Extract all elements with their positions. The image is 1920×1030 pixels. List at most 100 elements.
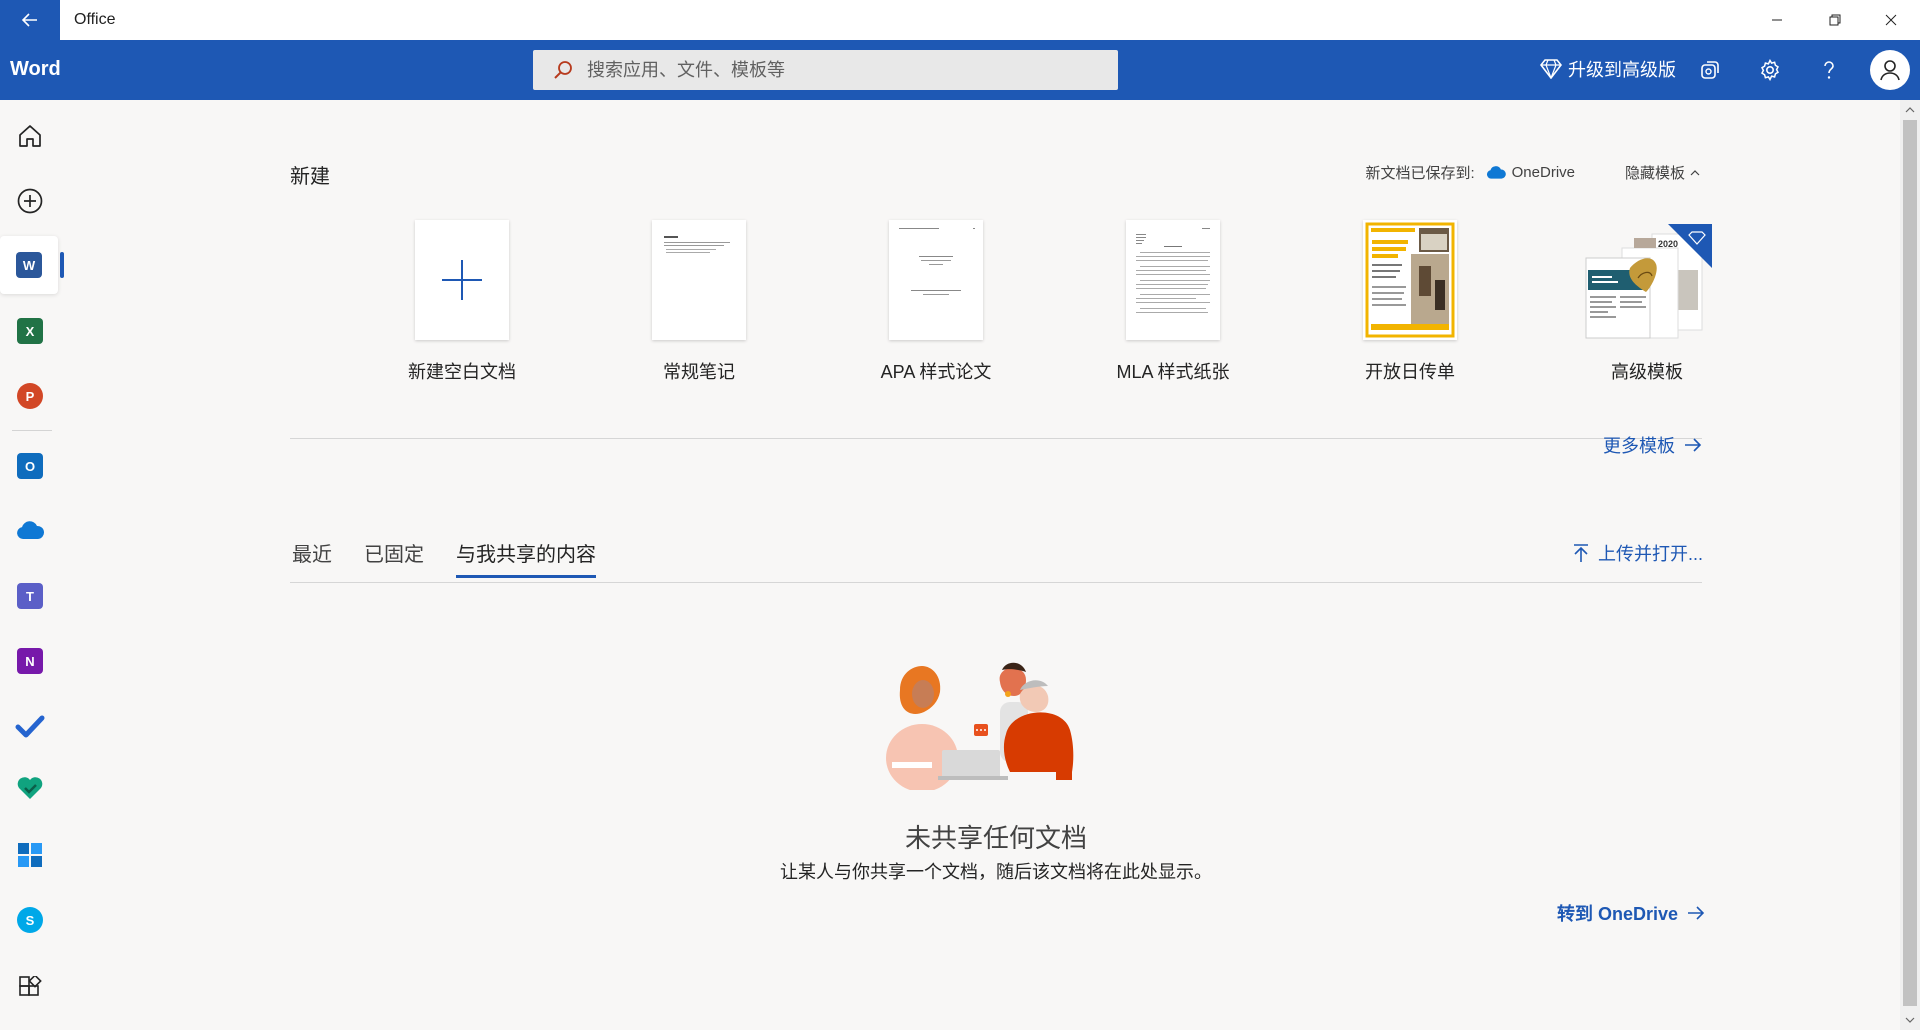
template-mla[interactable]: MLA 样式纸张 xyxy=(1078,220,1268,384)
outlook-tile-letter: O xyxy=(24,458,36,474)
tab-recent[interactable]: 最近 xyxy=(292,538,332,578)
document-preview-icon xyxy=(1136,228,1210,313)
restore-button[interactable] xyxy=(1806,0,1864,40)
search-box[interactable] xyxy=(533,50,1118,90)
feedback-icon xyxy=(1701,61,1719,79)
template-label: APA 样式论文 xyxy=(880,362,992,382)
skype-icon: S xyxy=(17,907,43,933)
feedback-button[interactable] xyxy=(1694,54,1726,86)
onenote-tile-letter: N xyxy=(25,653,35,669)
app-name: Word xyxy=(10,58,61,80)
sidebar-item-onenote[interactable]: N xyxy=(0,632,60,690)
sidebar-item-teams[interactable]: T xyxy=(0,567,60,625)
empty-state-title: 未共享任何文档 xyxy=(904,823,1087,853)
template-label: 开放日传单 xyxy=(1365,362,1455,382)
onenote-icon: N xyxy=(17,648,43,674)
account-icon xyxy=(1880,60,1900,81)
template-thumbnail: 2020 xyxy=(1582,220,1712,340)
template-thumbnail xyxy=(1363,220,1457,340)
tabs-divider xyxy=(290,582,1702,583)
app-header: Word 升级到高级版 xyxy=(0,40,1920,100)
all-apps-icon xyxy=(19,976,42,996)
settings-gear-icon xyxy=(1761,59,1779,81)
arrow-right-icon xyxy=(1688,906,1705,920)
template-blank[interactable]: 新建空白文档 xyxy=(367,220,557,384)
chevron-up-icon xyxy=(1690,169,1700,175)
save-location-info: 新文档已保存到: OneDrive xyxy=(1365,162,1575,183)
close-icon xyxy=(1885,14,1897,26)
sidebar-item-home[interactable] xyxy=(0,107,60,165)
save-location-label: OneDrive xyxy=(1511,164,1575,181)
more-templates-label: 更多模板 xyxy=(1603,436,1675,456)
premium-diamond-icon xyxy=(1540,59,1562,79)
premium-year-badge: 2020 xyxy=(1658,239,1678,249)
sidebar-item-create[interactable] xyxy=(0,172,60,230)
vertical-scrollbar[interactable] xyxy=(1900,100,1920,1030)
sidebar-divider xyxy=(12,430,52,431)
powerpoint-tile-letter: P xyxy=(25,388,35,404)
back-arrow-icon xyxy=(21,13,37,27)
restore-icon xyxy=(1829,14,1841,26)
sidebar-item-all-apps[interactable] xyxy=(0,959,60,1017)
upload-and-open-button[interactable]: 上传并打开... xyxy=(1572,540,1703,566)
sidebar-item-word[interactable]: W xyxy=(0,236,64,294)
template-premium[interactable]: 2020 高级模板 xyxy=(1552,220,1742,384)
flyer-preview-icon xyxy=(1363,220,1457,340)
settings-button[interactable] xyxy=(1754,54,1786,86)
chevron-down-icon xyxy=(1905,1017,1915,1023)
skype-tile-letter: S xyxy=(25,912,35,928)
minimize-button[interactable] xyxy=(1748,0,1806,40)
sharing-people-illustration xyxy=(880,662,1120,790)
search-input[interactable] xyxy=(587,59,1087,81)
family-safety-icon xyxy=(17,777,43,799)
sidebar-item-outlook[interactable]: O xyxy=(0,437,60,495)
template-thumbnail xyxy=(889,220,983,340)
template-label: 常规笔记 xyxy=(663,362,735,382)
template-thumbnail xyxy=(652,220,746,340)
minimize-icon xyxy=(1772,19,1782,21)
save-location-link[interactable]: OneDrive xyxy=(1485,164,1575,181)
account-button[interactable] xyxy=(1870,50,1910,90)
sidebar-item-onedrive[interactable] xyxy=(0,502,60,560)
onedrive-icon xyxy=(17,521,45,539)
upgrade-button[interactable]: 升级到高级版 xyxy=(1540,56,1676,82)
plus-icon xyxy=(442,260,482,300)
word-icon: W xyxy=(16,252,42,278)
template-label: 新建空白文档 xyxy=(408,362,516,382)
premium-template-preview-icon: 2020 xyxy=(1585,224,1712,339)
scroll-down-button[interactable] xyxy=(1900,1010,1920,1030)
template-apa[interactable]: APA 样式论文 xyxy=(841,220,1031,384)
more-templates-link[interactable]: 更多模板 xyxy=(1603,432,1703,458)
sidebar-item-excel[interactable]: X xyxy=(0,302,60,360)
go-to-onedrive-label: 转到 OneDrive xyxy=(1557,904,1679,924)
plus-circle-icon xyxy=(17,188,43,214)
sidebar-item-todo[interactable] xyxy=(0,697,60,755)
sidebar-item-skype[interactable]: S xyxy=(0,891,60,949)
back-button[interactable] xyxy=(0,0,60,40)
powerpoint-icon: P xyxy=(17,383,43,409)
chevron-up-icon xyxy=(1905,107,1915,113)
scroll-up-button[interactable] xyxy=(1900,100,1920,120)
home-icon xyxy=(19,125,41,147)
excel-icon: X xyxy=(17,318,43,344)
go-to-onedrive-link[interactable]: 转到 OneDrive xyxy=(1557,900,1706,926)
todo-check-icon xyxy=(15,715,45,738)
tab-pinned[interactable]: 已固定 xyxy=(364,538,424,578)
app-sidebar: W X P O T N S xyxy=(0,100,64,1030)
sidebar-item-family-safety[interactable] xyxy=(0,759,60,817)
scroll-thumb[interactable] xyxy=(1903,120,1917,1006)
template-flyer[interactable]: 开放日传单 xyxy=(1315,220,1505,384)
sidebar-item-powerpoint[interactable]: P xyxy=(0,367,60,425)
tab-shared-with-me[interactable]: 与我共享的内容 xyxy=(456,538,596,578)
hide-templates-button[interactable]: 隐藏模板 xyxy=(1625,162,1701,183)
template-label: MLA 样式纸张 xyxy=(1116,362,1230,382)
sidebar-item-calendar[interactable] xyxy=(0,826,60,884)
word-tile-letter: W xyxy=(22,257,36,273)
upload-arrow-icon xyxy=(1574,544,1588,562)
hide-templates-label: 隐藏模板 xyxy=(1625,165,1686,182)
close-button[interactable] xyxy=(1862,0,1920,40)
template-thumbnail xyxy=(415,220,509,340)
help-button[interactable] xyxy=(1813,54,1845,86)
template-notes[interactable]: 常规笔记 xyxy=(604,220,794,384)
calendar-tile-icon xyxy=(18,843,42,867)
